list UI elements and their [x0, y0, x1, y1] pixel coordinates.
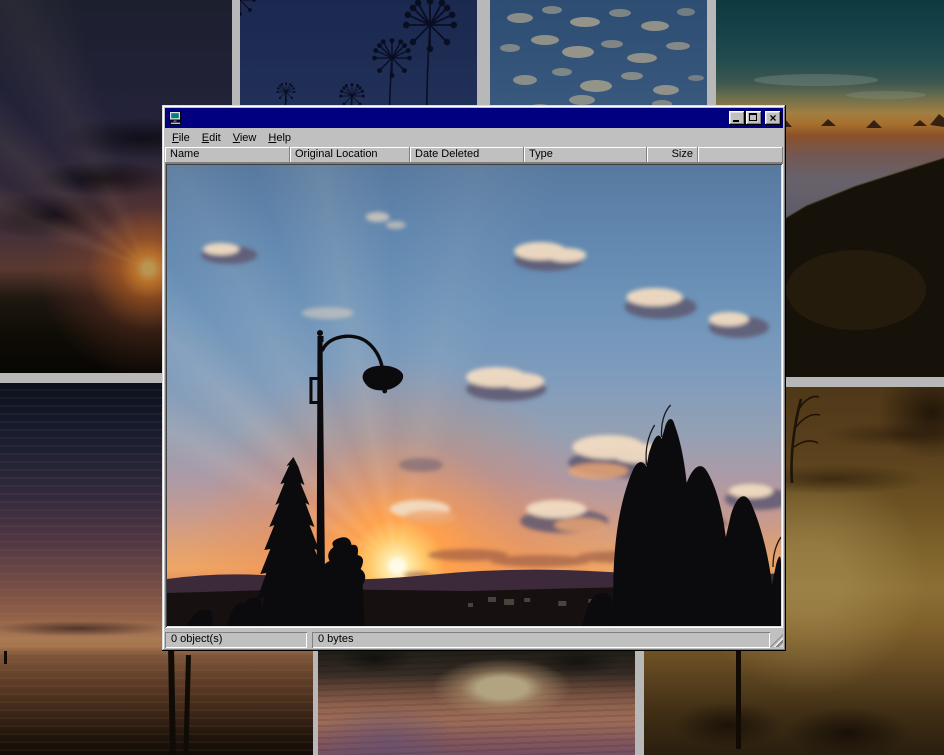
menu-help[interactable]: Help [262, 130, 297, 146]
content-photo-sunset-streetlamp [167, 165, 781, 626]
computer-icon[interactable] [168, 111, 183, 125]
close-button[interactable]: × [765, 111, 781, 125]
minimize-icon [733, 120, 739, 122]
status-bar: 0 object(s) 0 bytes [165, 628, 783, 648]
column-header-original-location[interactable]: Original Location [290, 147, 410, 163]
titlebar: × [165, 108, 783, 128]
column-header-row: Name Original Location Date Deleted Type… [165, 147, 783, 163]
status-byte-count: 0 bytes [312, 632, 770, 648]
column-header-size[interactable]: Size [647, 147, 698, 163]
menu-view[interactable]: View [227, 130, 263, 146]
resize-grip[interactable] [770, 634, 783, 647]
column-header-filler[interactable] [698, 147, 783, 163]
maximize-icon [749, 113, 757, 121]
close-icon: × [765, 111, 781, 125]
status-object-count: 0 object(s) [165, 632, 307, 648]
file-list-area[interactable] [165, 163, 783, 628]
column-header-name[interactable]: Name [165, 147, 290, 163]
menu-bar: File Edit View Help [165, 128, 783, 147]
maximize-button[interactable] [746, 111, 762, 125]
menu-edit[interactable]: Edit [196, 130, 227, 146]
column-header-type[interactable]: Type [524, 147, 647, 163]
minimize-button[interactable] [729, 111, 745, 125]
menu-file[interactable]: File [166, 130, 196, 146]
file-window: × File Edit View Help Name Original Loca… [162, 105, 786, 651]
column-header-date-deleted[interactable]: Date Deleted [410, 147, 524, 163]
silhouette-layer [167, 165, 781, 626]
